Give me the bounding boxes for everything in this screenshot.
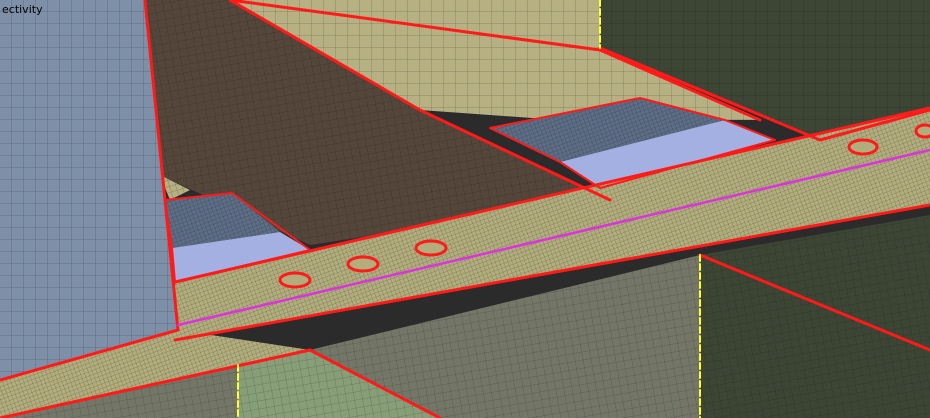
bolt-hole-2[interactable] <box>346 255 380 273</box>
bolt-hole-1[interactable] <box>278 271 312 289</box>
fe-mesh-viewport[interactable]: ectivity <box>0 0 930 418</box>
bolt-hole-5[interactable] <box>914 123 930 139</box>
bolt-hole-3[interactable] <box>414 239 448 257</box>
bolt-hole-4[interactable] <box>847 138 879 156</box>
lower-right-web-panel[interactable] <box>700 215 930 418</box>
mesh-scene[interactable] <box>0 0 930 418</box>
